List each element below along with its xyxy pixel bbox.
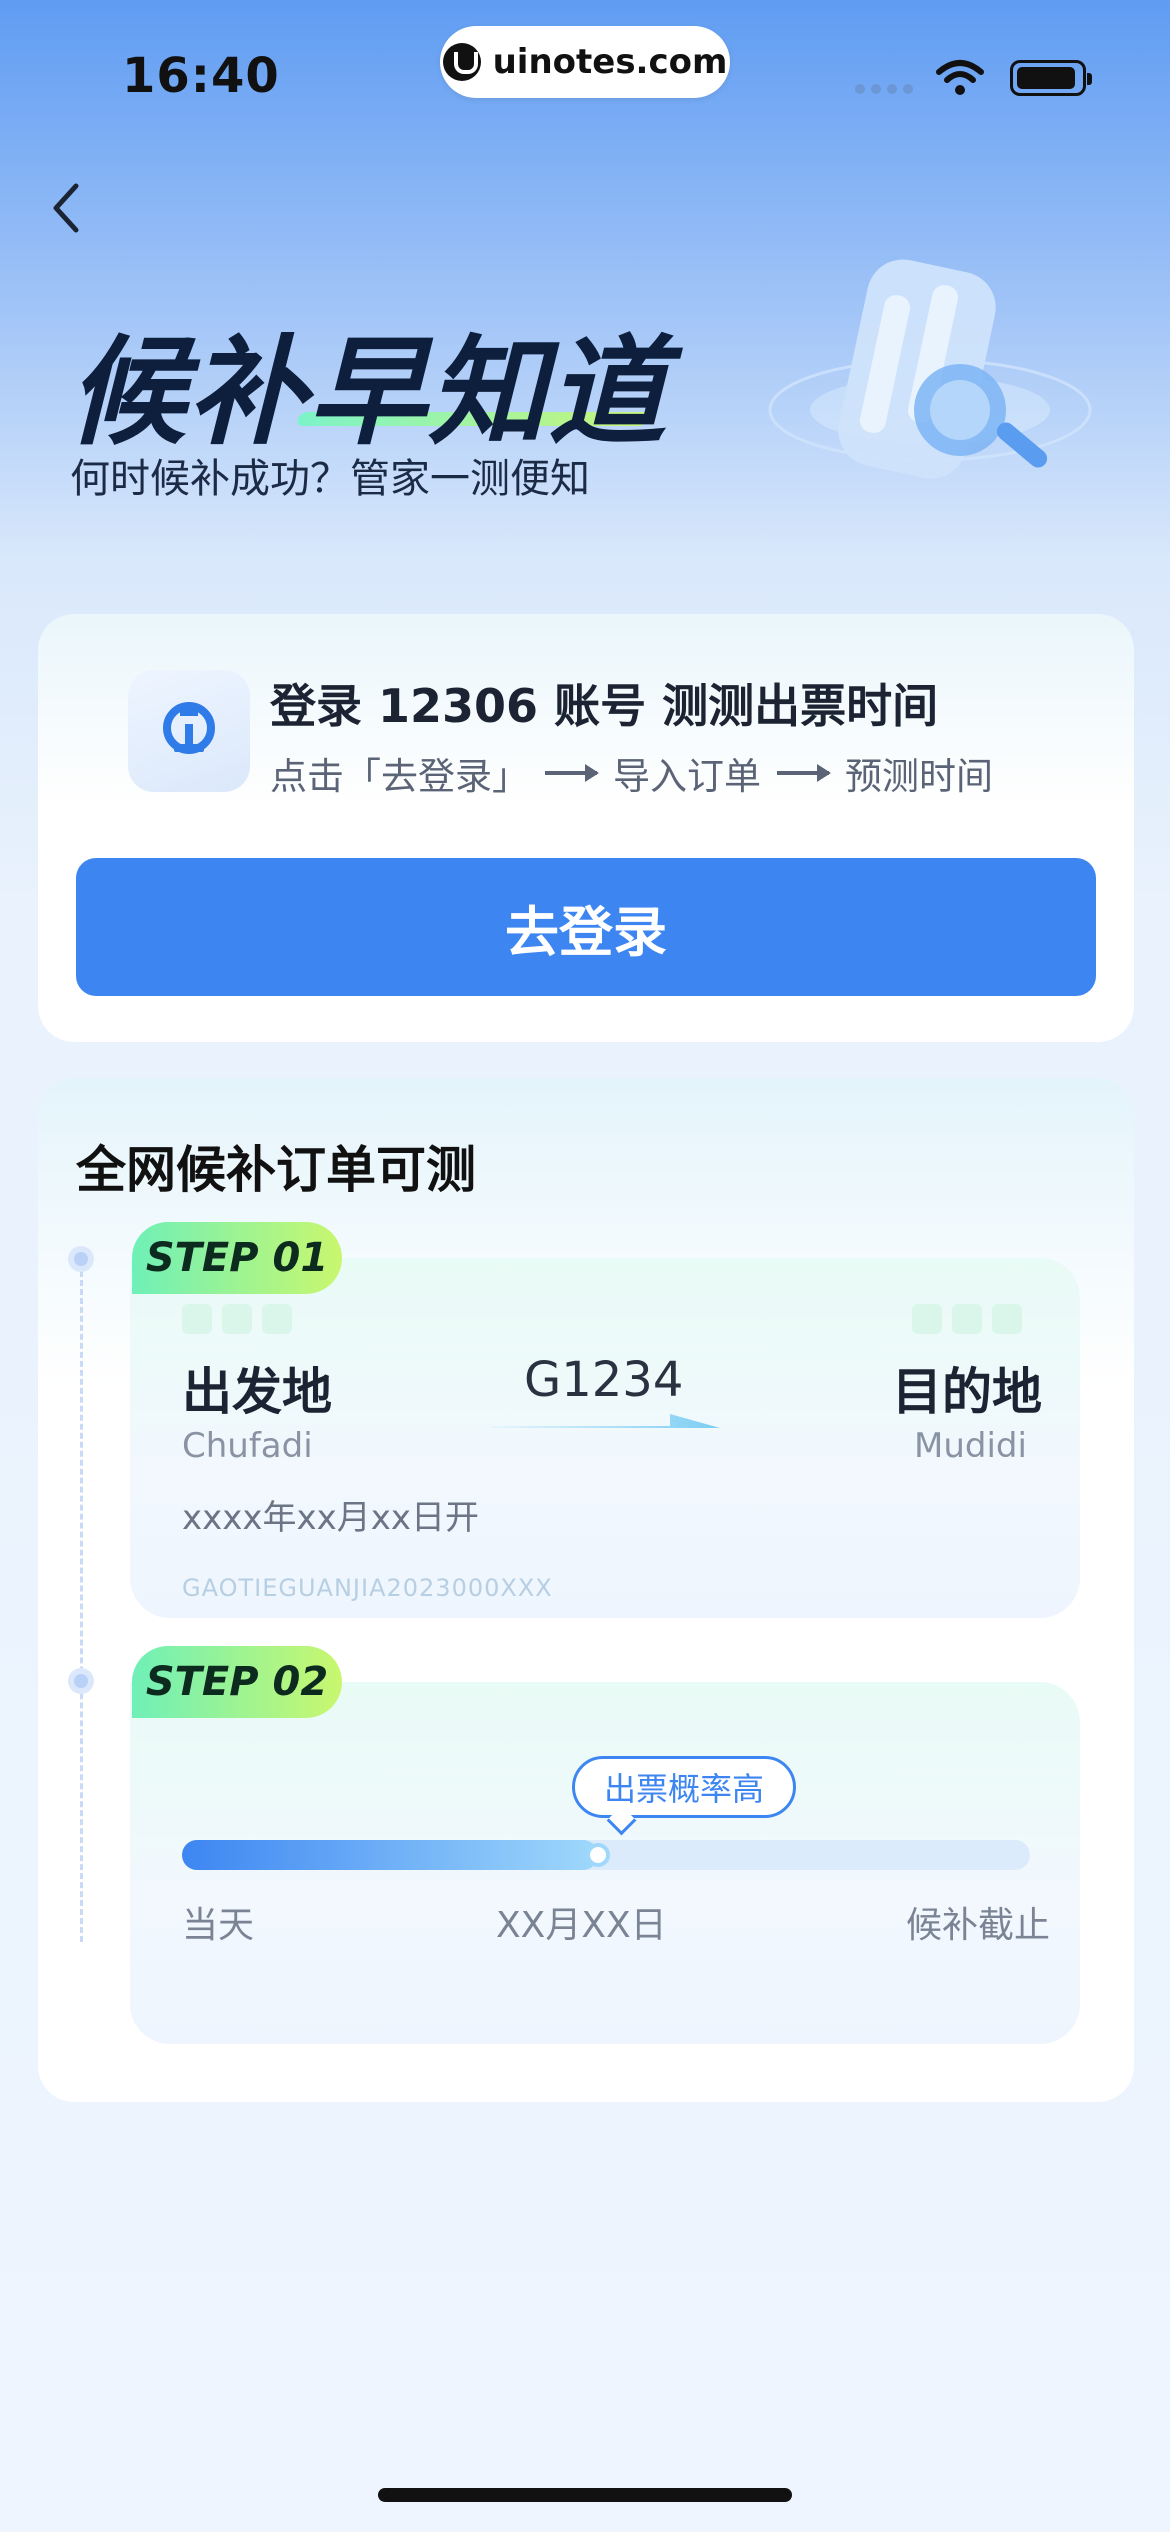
train-direction-arrow-icon	[490, 1414, 720, 1428]
timeline-label-start: 当天	[182, 1905, 255, 1946]
railway-12306-icon	[128, 670, 250, 792]
login-steps: 点击「去登录」 导入订单 预测时间	[270, 746, 993, 800]
hero-subtitle: 何时候补成功？管家一测便知	[70, 456, 590, 502]
probability-bubble: 出票概率高	[572, 1756, 796, 1818]
login-title: 登录 12306 账号 测测出票时间	[270, 679, 939, 733]
timeline-line	[80, 1262, 85, 1942]
login-step-1: 点击「去登录」	[270, 755, 529, 798]
login-step-2: 导入订单	[613, 755, 761, 798]
site-label: uinotes.com	[492, 42, 728, 82]
timeline-dot	[68, 1246, 94, 1272]
battery-icon	[1010, 60, 1092, 96]
timeline-label-end: 候补截止	[906, 1905, 1051, 1946]
chevron-left-icon	[53, 183, 79, 233]
wifi-icon	[936, 60, 984, 95]
step-02-tag: STEP 02	[132, 1646, 342, 1718]
decor-square	[912, 1304, 942, 1334]
uinotes-logo-icon	[442, 43, 481, 81]
probability-bar-fill	[182, 1840, 598, 1870]
login-step-3: 预测时间	[845, 755, 993, 798]
departure-date: xxxx年xx月xx日开	[182, 1498, 479, 1538]
timeline-dot	[68, 1668, 94, 1694]
train-number: G1234	[524, 1352, 684, 1408]
decor-square	[992, 1304, 1022, 1334]
decor-square	[952, 1304, 982, 1334]
site-pill: uinotes.com	[440, 26, 730, 98]
arrival-station: 目的地	[892, 1363, 1042, 1421]
departure-pinyin: Chufadi	[182, 1426, 313, 1466]
ticket-code: GAOTIEGUANJIA2023000XXX	[182, 1574, 553, 1602]
step-01-tag: STEP 01	[132, 1222, 342, 1294]
back-button[interactable]	[40, 178, 90, 238]
home-indicator	[378, 2488, 792, 2502]
probability-bar-knob	[586, 1843, 610, 1867]
departure-station: 出发地	[182, 1363, 332, 1421]
section-title: 全网候补订单可测	[76, 1141, 476, 1199]
arrow-right-icon	[545, 764, 599, 782]
arrival-pinyin: Mudidi	[914, 1426, 1027, 1466]
timeline-label-mid: XX月XX日	[496, 1905, 667, 1946]
status-time: 16:40	[122, 48, 280, 104]
hero-title: 候补早知道	[68, 323, 669, 461]
go-login-button[interactable]: 去登录	[76, 858, 1096, 996]
decor-square	[182, 1304, 212, 1334]
decor-square	[262, 1304, 292, 1334]
suitcase-magnifier-illustration	[768, 259, 1092, 479]
arrow-right-icon	[777, 764, 831, 782]
decor-square	[222, 1304, 252, 1334]
cellular-signal-icon	[855, 84, 915, 94]
